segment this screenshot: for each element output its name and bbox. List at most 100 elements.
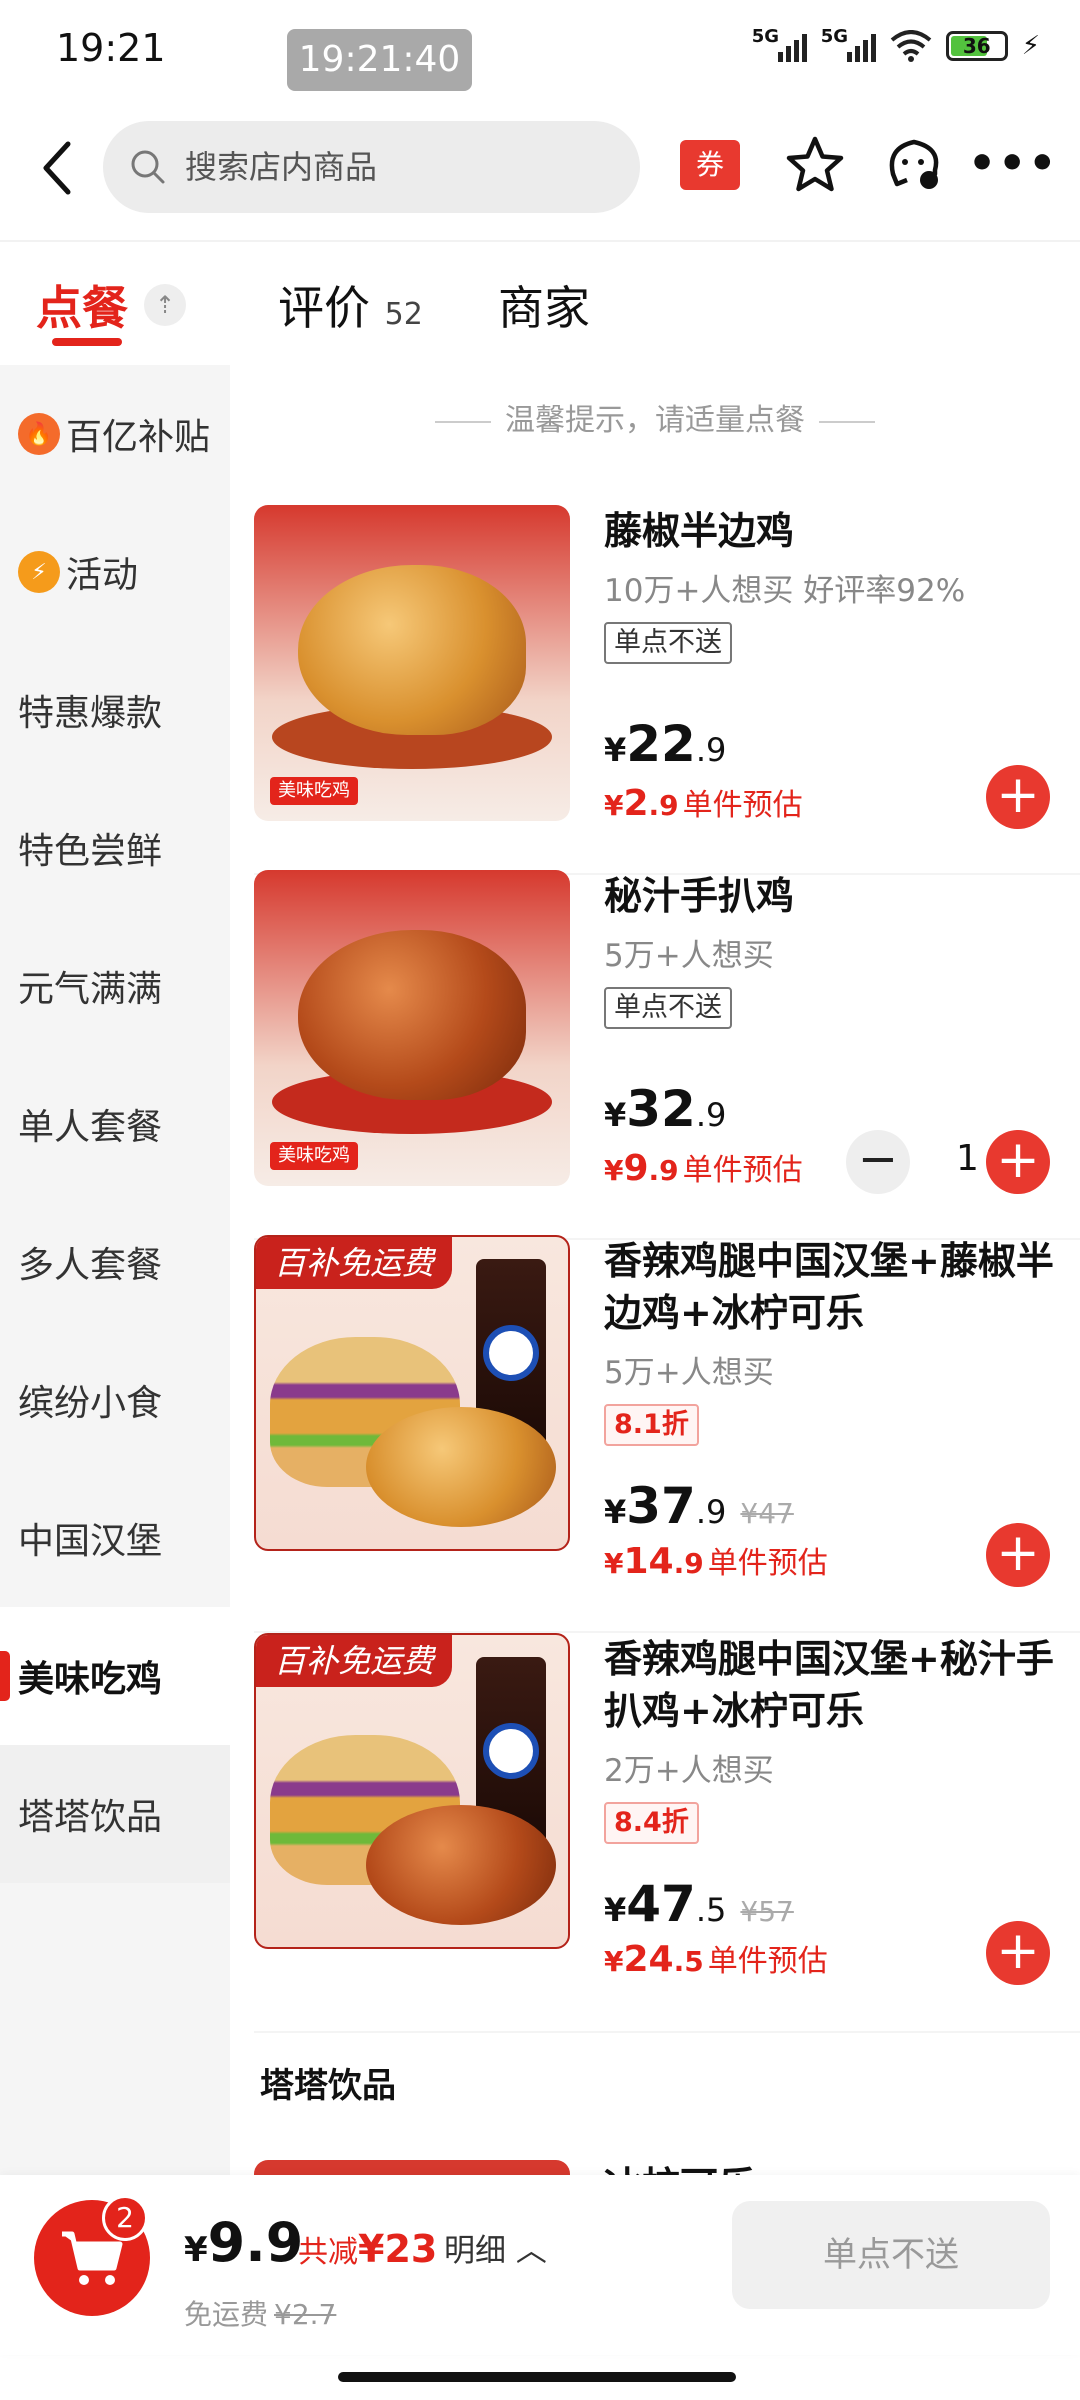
add-to-cart-button[interactable]: + [986, 1130, 1050, 1194]
fire-icon: 🔥 [18, 413, 60, 455]
signal-label: 5G [751, 26, 780, 47]
product-sales: 5万+人想买 [604, 938, 774, 974]
product-sales: 10万+人想买 好评率92% [604, 573, 966, 609]
product-image[interactable]: 美味吃鸡 [254, 505, 570, 821]
product-estimate: ¥2.9 单件预估 [604, 783, 803, 824]
product-name: 秘汁手扒鸡 [604, 874, 795, 918]
cart-total: ¥9.9 [184, 2211, 304, 2274]
product-name: 香辣鸡腿中国汉堡+藤椒半边鸡+冰柠可乐 [604, 1239, 1054, 1335]
product-name: 藤椒半边鸡 [604, 509, 795, 553]
product-sales: 2万+人想买 [604, 1753, 774, 1789]
product-price: ¥22.9 [604, 715, 727, 773]
sidebar-item-chicken[interactable]: 美味吃鸡 [0, 1607, 230, 1745]
sidebar-item-label: 缤纷小食 [18, 1383, 163, 1424]
image-label: 美味吃鸡 [270, 777, 358, 805]
tab-merchant-label: 商家 [498, 281, 590, 335]
product-price: ¥47.5 ¥57 [604, 1875, 794, 1933]
decrease-quantity-button[interactable]: − [846, 1130, 910, 1194]
tab-bar: 点餐 ⇡ 评价 52 商家 [0, 240, 1080, 360]
back-icon[interactable] [34, 138, 84, 198]
sidebar-item-single-meal[interactable]: 单人套餐 [0, 1055, 230, 1193]
battery-level: 36 [962, 34, 991, 58]
favorite-star-icon[interactable] [784, 134, 846, 196]
product-card[interactable]: 百补免运费 香辣鸡腿中国汉堡+藤椒半边鸡+冰柠可乐 5万+人想买 8.1折 ¥3… [254, 1235, 1080, 1633]
product-price: ¥32.9 [604, 1080, 727, 1138]
cart-bar: 2 ¥9.9 共减¥23 明细 ︿ 免运费 ¥2.7 单点不送 [0, 2175, 1080, 2355]
sidebar-item-label: 活动 [66, 555, 139, 596]
collapse-icon[interactable]: ⇡ [144, 284, 186, 326]
discount-tag: 8.1折 [604, 1404, 699, 1446]
wifi-icon [890, 30, 932, 62]
cart-detail-link[interactable]: 明细 ︿ [444, 2225, 547, 2270]
image-ribbon: 百补免运费 [256, 1635, 453, 1687]
quantity-value: 1 [956, 1138, 979, 1179]
product-image[interactable]: 百补免运费 [254, 1235, 570, 1551]
next-product-name: 冰柠可乐 [604, 2155, 756, 2175]
product-image[interactable]: 美味吃鸡 [254, 870, 570, 1186]
status-bar: 19:21 19:21:40 5G 5G 36 ⚡ [0, 0, 1080, 100]
cart-savings: 共减¥23 [298, 2227, 438, 2271]
original-price: ¥47 [740, 1497, 794, 1530]
sidebar-item-activity[interactable]: ⚡ 活动 [0, 503, 230, 641]
sidebar-item-energy[interactable]: 元气满满 [0, 917, 230, 1055]
product-card[interactable]: 美味吃鸡 秘汁手扒鸡 5万+人想买 单点不送 ¥32.9 ¥9.9 单件预估 − … [254, 870, 1080, 1240]
search-input[interactable] [185, 148, 585, 186]
sidebar-item-label: 特色尝鲜 [18, 831, 163, 872]
product-estimate: ¥24.5 单件预估 [604, 1939, 828, 1980]
category-sidebar: 🔥 百亿补贴 ⚡ 活动 特惠爆款 特色尝鲜 元气满满 单人套餐 多人套餐 缤纷小… [0, 365, 230, 2175]
product-tag: 单点不送 [604, 987, 732, 1029]
product-name: 香辣鸡腿中国汉堡+秘汁手扒鸡+冰柠可乐 [604, 1637, 1054, 1733]
battery-icon: 36 [945, 31, 1008, 61]
sidebar-item-snacks[interactable]: 缤纷小食 [0, 1331, 230, 1469]
order-tip: 温馨提示，请适量点餐 [230, 395, 1080, 439]
sidebar-item-label: 中国汉堡 [18, 1521, 163, 1562]
original-price: ¥57 [740, 1895, 794, 1928]
tab-reviews-count: 52 [384, 297, 423, 332]
search-box[interactable] [103, 121, 640, 213]
sidebar-item-group-meal[interactable]: 多人套餐 [0, 1193, 230, 1331]
more-icon[interactable]: ••• [968, 138, 1058, 189]
product-card[interactable]: 美味吃鸡 藤椒半边鸡 10万+人想买 好评率92% 单点不送 ¥22.9 ¥2.… [254, 505, 1080, 875]
tab-merchant[interactable]: 商家 [498, 272, 590, 338]
sidebar-item-burgers[interactable]: 中国汉堡 [0, 1469, 230, 1607]
sidebar-item-label: 多人套餐 [18, 1245, 163, 1286]
status-time: 19:21 [56, 26, 166, 70]
search-icon [131, 150, 165, 184]
sidebar-item-new-taste[interactable]: 特色尝鲜 [0, 779, 230, 917]
add-to-cart-button[interactable]: + [986, 1921, 1050, 1985]
sidebar-item-label: 单人套餐 [18, 1107, 163, 1148]
next-product-image[interactable] [254, 2160, 570, 2175]
sidebar-item-hot-deals[interactable]: 特惠爆款 [0, 641, 230, 779]
product-image[interactable]: 百补免运费 [254, 1633, 570, 1949]
tab-reviews-label: 评价 [278, 281, 370, 335]
signal-label-2: 5G [820, 26, 849, 47]
tab-order[interactable]: 点餐 [36, 272, 128, 346]
product-price: ¥37.9 ¥47 [604, 1477, 794, 1535]
sidebar-item-subsidy[interactable]: 🔥 百亿补贴 [0, 365, 230, 503]
section-title: 塔塔饮品 [260, 2066, 396, 2106]
coupon-icon[interactable]: 券 [680, 140, 740, 190]
screen: 19:21 19:21:40 5G 5G 36 ⚡ 搜索店内商品 券 ••• 点… [0, 0, 1080, 2400]
sidebar-item-label: 百亿补贴 [66, 417, 211, 458]
customer-service-icon[interactable] [883, 134, 945, 196]
sidebar-item-label: 元气满满 [18, 969, 163, 1010]
checkout-button[interactable]: 单点不送 [732, 2201, 1050, 2309]
tab-order-label: 点餐 [36, 281, 128, 335]
sidebar-item-label: 塔塔饮品 [18, 1797, 163, 1838]
discount-tag: 8.4折 [604, 1802, 699, 1844]
add-to-cart-button[interactable]: + [986, 765, 1050, 829]
product-card[interactable]: 百补免运费 香辣鸡腿中国汉堡+秘汁手扒鸡+冰柠可乐 2万+人想买 8.4折 ¥4… [254, 1633, 1080, 2033]
add-to-cart-button[interactable]: + [986, 1523, 1050, 1587]
signal-icon-2: 5G [821, 26, 876, 62]
signal-icon: 5G [752, 26, 807, 62]
cart-count-badge: 2 [102, 2195, 148, 2241]
activity-icon: ⚡ [18, 551, 60, 593]
sidebar-item-drinks[interactable]: 塔塔饮品 [0, 1745, 230, 1883]
product-estimate: ¥14.9 单件预估 [604, 1541, 828, 1582]
product-estimate: ¥9.9 单件预估 [604, 1148, 803, 1189]
product-tag: 单点不送 [604, 622, 732, 664]
delivery-fee: 免运费 ¥2.7 [184, 2298, 337, 2331]
tab-reviews[interactable]: 评价 52 [278, 272, 423, 338]
home-indicator [338, 2372, 736, 2382]
sidebar-item-label: 特惠爆款 [18, 693, 163, 734]
